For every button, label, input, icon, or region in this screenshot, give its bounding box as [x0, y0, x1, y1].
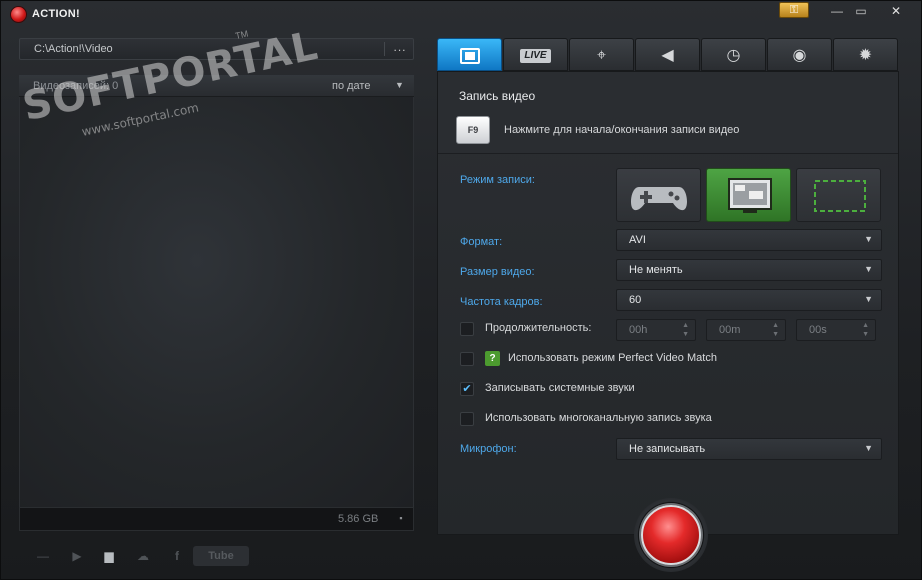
video-count-label: Видеозаписей: 0 [33, 80, 119, 92]
spinner-arrows-icon[interactable]: ▲ ▼ [682, 321, 689, 339]
sort-dropdown[interactable]: по дате [332, 80, 370, 92]
stopwatch-icon: ◷ [726, 47, 741, 64]
system-sound-checkbox[interactable]: ✔ [460, 382, 474, 396]
duration-seconds-spinner[interactable]: 00s ▲ ▼ [796, 319, 876, 341]
video-size-label: Размер видео: [460, 266, 535, 278]
tab-video[interactable] [437, 38, 502, 71]
video-list[interactable] [19, 97, 414, 507]
maximize-button[interactable]: ▭ [849, 3, 873, 19]
system-sound-row: ✔ Записывать системные звуки [460, 381, 840, 399]
tab-settings[interactable]: ✹ [833, 38, 898, 71]
duration-hours-spinner[interactable]: 00h ▲ ▼ [616, 319, 696, 341]
system-sound-label: Записывать системные звуки [485, 382, 635, 394]
chevron-down-icon: ▼ [864, 234, 873, 244]
play-icon[interactable]: ▶ [65, 544, 89, 568]
pvm-row: ? Использовать режим Perfect Video Match [460, 351, 840, 369]
film-icon [459, 47, 480, 64]
fps-label: Частота кадров: [460, 296, 543, 308]
close-button[interactable]: ✕ [877, 3, 915, 19]
duration-seconds-value: 00s [809, 324, 827, 336]
record-button[interactable] [634, 498, 708, 572]
gamepad-icon [631, 187, 687, 211]
upload-icon[interactable]: ☁ [131, 544, 155, 568]
monitor-icon [728, 178, 772, 213]
microphone-label: Микрофон: [460, 443, 517, 455]
app-window: ACTION! ⚿ — ▭ ✕ C:\Action!\Video ... Вид… [0, 0, 922, 580]
video-size-value: Не менять [629, 264, 683, 276]
minimize-button[interactable]: — [825, 3, 849, 19]
output-path-text: C:\Action!\Video [34, 43, 113, 55]
record-icon [641, 505, 701, 565]
live-label: LIVE [520, 48, 551, 63]
spinner-arrows-icon[interactable]: ▲ ▼ [772, 321, 779, 339]
gear-icon: ✹ [858, 47, 873, 64]
mode-desktop-button[interactable] [706, 168, 791, 222]
format-dropdown[interactable]: AVI ▼ [616, 229, 882, 251]
microphone-value: Не записывать [629, 443, 706, 455]
key-icon[interactable]: ⚿ [779, 2, 809, 18]
tab-audio[interactable]: ◀ [635, 38, 700, 71]
recording-mode-label: Режим записи: [460, 174, 535, 186]
mode-game-button[interactable] [616, 168, 701, 222]
format-label: Формат: [460, 236, 503, 248]
browse-button[interactable]: ... [388, 40, 412, 54]
output-path-field[interactable]: C:\Action!\Video ... [19, 38, 414, 60]
duration-label: Продолжительность: [485, 322, 592, 334]
video-recording-panel: Запись видео F9 Нажмите для начала/оконч… [437, 71, 899, 535]
speaker-icon: ◀ [661, 47, 674, 64]
mode-region-button[interactable] [796, 168, 881, 222]
tab-bar: LIVE ⌖ ◀ ◷ ◉ ✹ [437, 38, 899, 71]
panel-header: Запись видео F9 Нажмите для начала/оконч… [438, 72, 898, 154]
youtube-button[interactable]: Tube [193, 546, 249, 566]
duration-minutes-value: 00m [719, 324, 741, 336]
folder-icon[interactable]: ▆ [97, 544, 121, 568]
tab-timer[interactable]: ◷ [701, 38, 766, 71]
hotkey-hint: Нажмите для начала/окончания записи виде… [504, 124, 740, 136]
pvm-label: Использовать режим Perfect Video Match [508, 352, 717, 364]
bottom-toolbar: — ▶ ▆ ☁ f Tube [31, 544, 271, 568]
camera-icon: ◉ [792, 47, 807, 64]
minus-icon[interactable]: — [31, 544, 55, 568]
facebook-icon[interactable]: f [165, 544, 189, 568]
tab-game[interactable]: ⌖ [569, 38, 634, 71]
help-icon[interactable]: ? [485, 351, 500, 366]
multichannel-row: Использовать многоканальную запись звука [460, 411, 840, 429]
chevron-down-icon: ▼ [864, 264, 873, 274]
pvm-checkbox[interactable] [460, 352, 474, 366]
spinner-arrows-icon[interactable]: ▲ ▼ [862, 321, 869, 339]
duration-checkbox[interactable] [460, 322, 474, 336]
format-value: AVI [629, 234, 646, 246]
duration-minutes-spinner[interactable]: 00m ▲ ▼ [706, 319, 786, 341]
microphone-dropdown[interactable]: Не записывать ▼ [616, 438, 882, 460]
multichannel-checkbox[interactable] [460, 412, 474, 426]
fps-dropdown[interactable]: 60 ▼ [616, 289, 882, 311]
hotkey-button[interactable]: F9 [456, 116, 490, 144]
path-separator [384, 42, 385, 56]
disk-free-space: 5.86 GB [338, 513, 379, 525]
app-logo-icon [11, 7, 26, 22]
chevron-down-icon[interactable]: ▼ [395, 80, 404, 90]
duration-hours-value: 00h [629, 324, 648, 336]
app-title: ACTION! [32, 8, 80, 20]
video-size-dropdown[interactable]: Не менять ▼ [616, 259, 882, 281]
title-bar[interactable]: ACTION! ⚿ — ▭ ✕ [1, 1, 921, 27]
video-list-header: Видеозаписей: 0 по дате ▼ [19, 75, 414, 97]
tab-screenshot[interactable]: ◉ [767, 38, 832, 71]
video-list-footer: 5.86 GB ▪ [19, 507, 414, 531]
gamepad-icon: ⌖ [596, 47, 606, 64]
chevron-down-icon: ▼ [864, 294, 873, 304]
panel-title: Запись видео [459, 89, 536, 103]
recording-settings: Режим записи: Формат: AVI ▼ Размер видео… [438, 154, 898, 534]
chevron-down-icon: ▼ [864, 443, 873, 453]
multichannel-label: Использовать многоканальную запись звука [485, 412, 712, 424]
disk-menu-icon[interactable]: ▪ [396, 513, 406, 525]
fps-value: 60 [629, 294, 642, 306]
tab-live[interactable]: LIVE [503, 38, 568, 71]
region-select-icon [814, 180, 866, 212]
